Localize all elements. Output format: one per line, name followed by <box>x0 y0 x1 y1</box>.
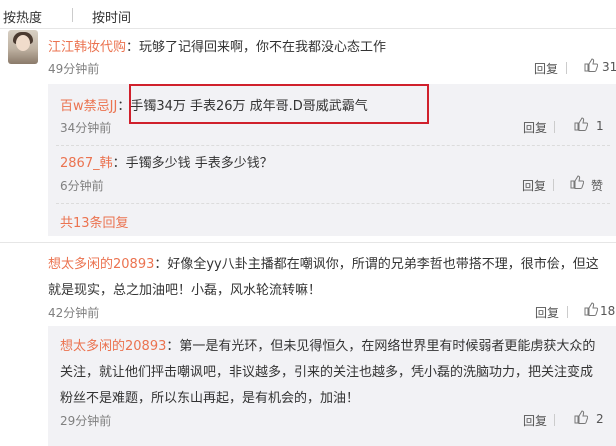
like-button[interactable] <box>574 117 588 135</box>
action-divider <box>566 62 567 74</box>
comment-text: ：好像全yy八卦主播都在嘲讽你，所谓的兄弟李哲也带搭不理，很市侩，但这 <box>154 257 599 272</box>
comment-author[interactable]: 想太多闲的20893 <box>48 257 154 272</box>
like-button[interactable] <box>574 410 588 428</box>
like-button[interactable] <box>584 58 598 76</box>
reply-time: 6分钟前 <box>60 179 104 193</box>
reply-text: ：手镯多少钱 手表多少钱？ <box>112 156 273 171</box>
more-replies-link[interactable]: 共13条回复 <box>60 212 129 231</box>
thumb-up-icon <box>574 117 588 131</box>
thumb-up-icon <box>570 175 584 189</box>
sort-by-hot-tab[interactable]: 按热度 <box>3 7 42 26</box>
avatar[interactable] <box>8 30 38 64</box>
reply-text: ：手镯34万 手表26万 成年哥.D哥威武霸气 <box>117 99 368 114</box>
comment-body: 江江韩妆代购：玩够了记得回来啊，你不在我都没心态工作 <box>48 36 386 55</box>
action-divider <box>567 306 568 318</box>
like-label: 赞 <box>591 179 604 193</box>
reply-author[interactable]: 百w禁忌JJ <box>60 99 117 114</box>
reply-button[interactable]: 回复 <box>523 119 547 136</box>
reply-text-line: 关注，就让他们抨击嘲讽吧，非议越多，引来的关注也越多，凭小磊的洗脑功力，把关注变… <box>60 365 594 380</box>
comment-body: 想太多闲的20893：好像全yy八卦主播都在嘲讽你，所谓的兄弟李哲也带搭不理，很… <box>48 253 599 272</box>
reply-button[interactable]: 回复 <box>535 304 559 321</box>
like-button[interactable] <box>584 302 598 320</box>
sort-bar: 按热度 按时间 <box>0 0 616 29</box>
thumb-up-icon <box>584 302 598 316</box>
reply-divider <box>56 203 610 204</box>
reply-text-line: 粉丝不是难题，所以东山再起，是有机会的，加油！ <box>60 391 360 406</box>
thumb-up-icon <box>574 410 588 424</box>
reply-button[interactable]: 回复 <box>534 60 558 77</box>
reply-author[interactable]: 想太多闲的20893 <box>60 339 166 354</box>
comment-author[interactable]: 江江韩妆代购 <box>48 40 126 55</box>
reply-text: ：第一是有光环，但未见得恒久，在网络世界里有时候弱者更能虏获大众的 <box>166 339 596 354</box>
reply-time: 29分钟前 <box>60 414 112 428</box>
sort-divider <box>72 8 73 22</box>
like-count: 18 <box>600 304 616 318</box>
like-button[interactable] <box>570 175 584 193</box>
reply-body: 2867_韩：手镯多少钱 手表多少钱？ <box>60 152 273 171</box>
comment-text: ：玩够了记得回来啊，你不在我都没心态工作 <box>126 40 387 55</box>
like-count: 1 <box>596 119 604 133</box>
like-count: 2 <box>596 412 604 426</box>
action-divider <box>553 179 554 191</box>
action-divider <box>554 121 555 133</box>
reply-body: 百w禁忌JJ：手镯34万 手表26万 成年哥.D哥威武霸气 <box>60 95 368 114</box>
reply-body: 想太多闲的20893：第一是有光环，但未见得恒久，在网络世界里有时候弱者更能虏获… <box>60 335 595 354</box>
reply-button[interactable]: 回复 <box>523 412 547 429</box>
reply-author[interactable]: 2867_韩 <box>60 156 113 171</box>
comment-time: 42分钟前 <box>48 306 100 320</box>
comment-divider <box>0 242 616 243</box>
reply-time: 34分钟前 <box>60 121 112 135</box>
reply-button[interactable]: 回复 <box>522 177 546 194</box>
reply-divider <box>56 145 610 146</box>
comment-text-line: 就是现实，总之加油吧！小磊，风水轮流转嘛！ <box>48 283 322 298</box>
like-count: 31 <box>602 60 616 74</box>
comment-time: 49分钟前 <box>48 62 100 76</box>
thumb-up-icon <box>584 58 598 72</box>
sort-by-time-tab[interactable]: 按时间 <box>92 7 131 26</box>
action-divider <box>554 414 555 426</box>
